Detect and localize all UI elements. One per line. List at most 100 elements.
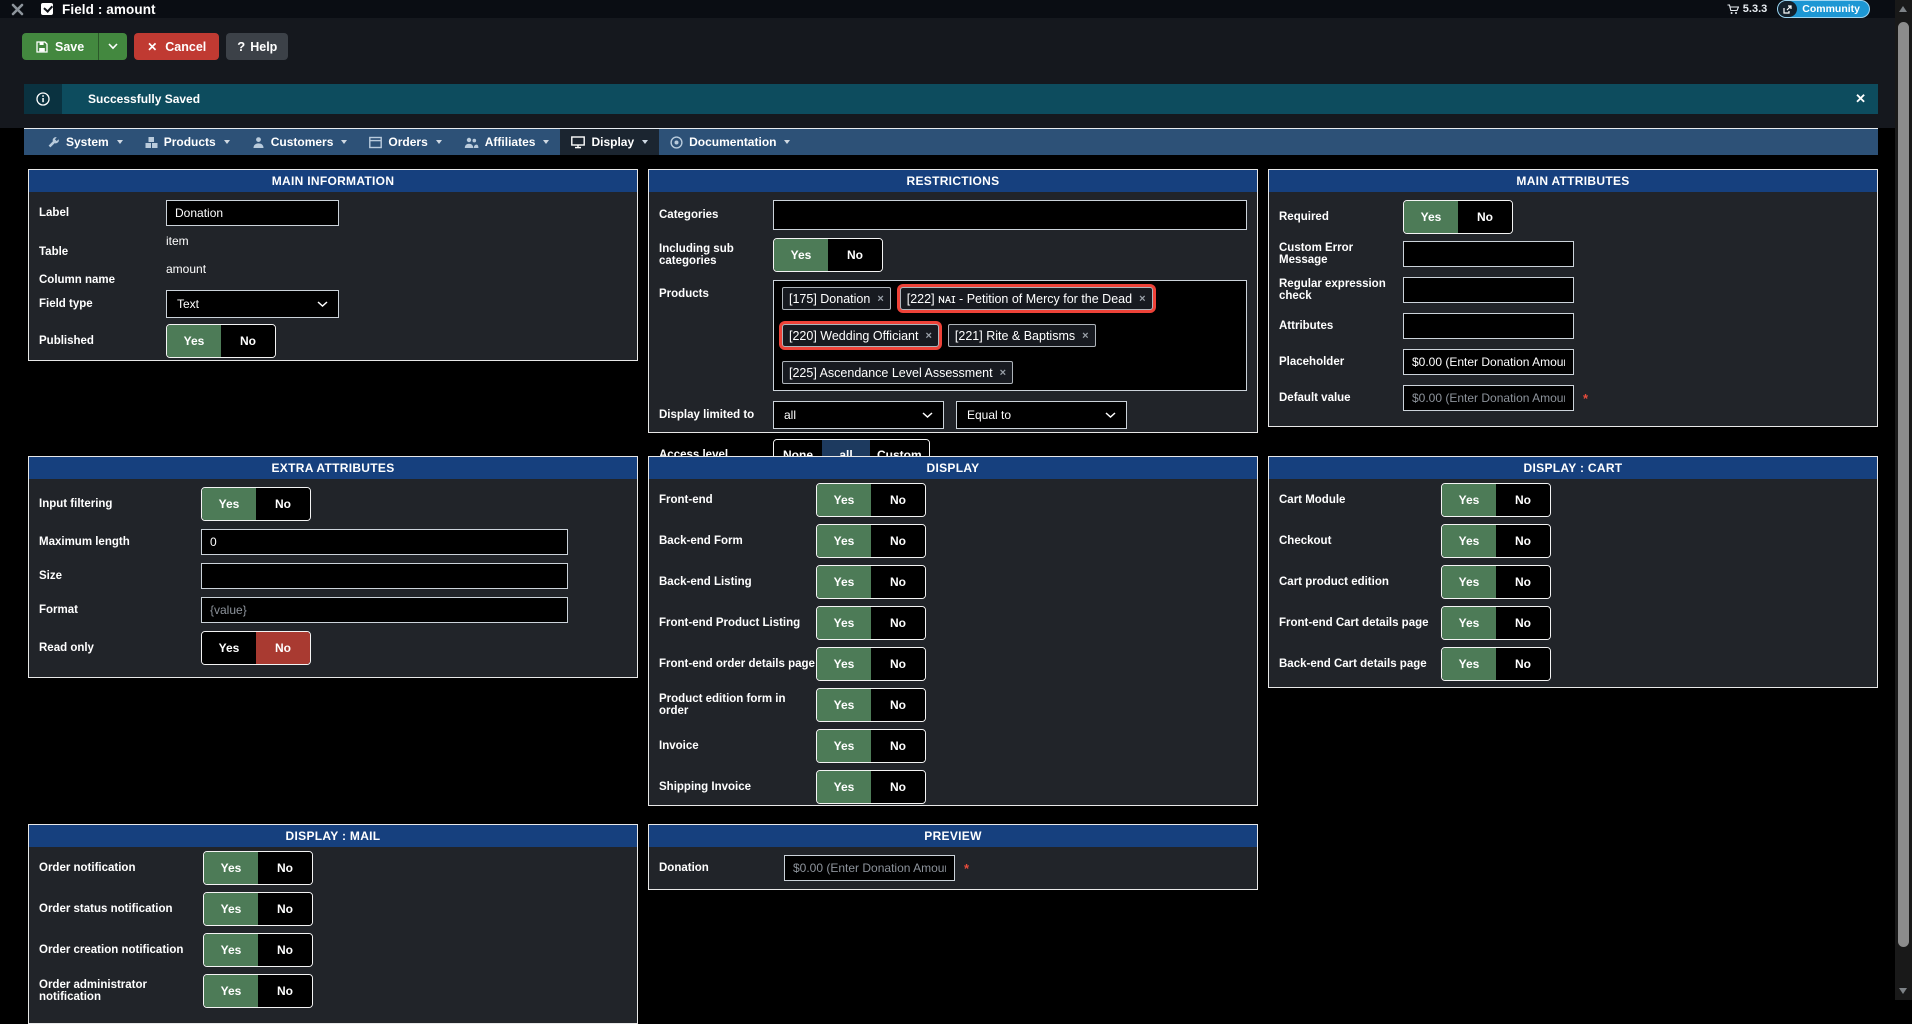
remove-tag-icon[interactable]: × (877, 293, 883, 305)
front-end-product-listing-toggle[interactable]: YesNo (816, 606, 926, 640)
label-input[interactable] (166, 200, 339, 226)
placeholder-input[interactable] (1403, 349, 1574, 375)
display-limited-to-select[interactable]: all (773, 401, 944, 429)
input-filtering-toggle[interactable]: Yes No (201, 487, 311, 521)
order-administrator-notification-toggle[interactable]: YesNo (203, 974, 313, 1008)
product-tag-highlighted[interactable]: [222] ɴᴀɪ - Petition of Mercy for the De… (900, 287, 1153, 310)
product-tag[interactable]: [225] Ascendance Level Assessment× (782, 361, 1013, 384)
no-option[interactable]: No (871, 771, 925, 803)
yes-option[interactable]: Yes (1442, 566, 1496, 598)
menu-item-customers[interactable]: Customers (241, 129, 359, 155)
field-type-select[interactable]: Text (166, 290, 339, 318)
preview-donation-input[interactable] (784, 855, 955, 881)
yes-option[interactable]: Yes (204, 934, 258, 966)
yes-option[interactable]: Yes (817, 484, 871, 516)
product-edition-form-toggle[interactable]: YesNo (816, 688, 926, 722)
no-option[interactable]: No (221, 325, 275, 357)
save-button[interactable]: Save (22, 33, 127, 60)
order-creation-notification-toggle[interactable]: YesNo (203, 933, 313, 967)
menu-item-display[interactable]: Display (560, 129, 659, 155)
no-option[interactable]: No (828, 239, 882, 271)
cart-module-toggle[interactable]: YesNo (1441, 483, 1551, 517)
no-option[interactable]: No (871, 566, 925, 598)
yes-option[interactable]: Yes (1442, 648, 1496, 680)
no-option[interactable]: No (1496, 648, 1550, 680)
yes-option[interactable]: Yes (204, 975, 258, 1007)
yes-option[interactable]: Yes (774, 239, 828, 271)
no-option[interactable]: No (258, 975, 312, 1007)
cart-product-edition-toggle[interactable]: YesNo (1441, 565, 1551, 599)
checkout-toggle[interactable]: YesNo (1441, 524, 1551, 558)
yes-option[interactable]: Yes (202, 632, 256, 664)
no-option[interactable]: No (1496, 484, 1550, 516)
no-option[interactable]: No (871, 730, 925, 762)
no-option[interactable]: No (1458, 201, 1512, 233)
product-tag[interactable]: [221] Rite & Baptisms× (948, 324, 1096, 347)
product-tag[interactable]: [175] Donation× (782, 287, 891, 310)
yes-option[interactable]: Yes (817, 648, 871, 680)
yes-option[interactable]: Yes (204, 893, 258, 925)
products-tag-input[interactable]: [175] Donation× [222] ɴᴀɪ - Petition of … (773, 280, 1247, 391)
front-end-cart-details-toggle[interactable]: YesNo (1441, 606, 1551, 640)
shipping-invoice-toggle[interactable]: YesNo (816, 770, 926, 804)
help-button[interactable]: ? Help (226, 33, 288, 60)
size-input[interactable] (201, 563, 568, 589)
default-value-input[interactable] (1403, 385, 1574, 411)
yes-option[interactable]: Yes (1404, 201, 1458, 233)
no-option[interactable]: No (871, 689, 925, 721)
order-status-notification-toggle[interactable]: YesNo (203, 892, 313, 926)
custom-error-message-input[interactable] (1403, 241, 1574, 267)
yes-option[interactable]: Yes (1442, 525, 1496, 557)
no-option[interactable]: No (871, 484, 925, 516)
menu-item-orders[interactable]: Orders (358, 129, 452, 155)
published-toggle[interactable]: Yes No (166, 324, 276, 358)
product-tag-highlighted[interactable]: [220] Wedding Officiant× (782, 324, 939, 347)
yes-option[interactable]: Yes (817, 730, 871, 762)
menu-item-products[interactable]: Products (134, 129, 241, 155)
no-option[interactable]: No (1496, 525, 1550, 557)
menu-item-system[interactable]: System (36, 129, 134, 155)
back-end-listing-toggle[interactable]: YesNo (816, 565, 926, 599)
yes-option[interactable]: Yes (202, 488, 256, 520)
scrollbar-thumb[interactable] (1898, 22, 1909, 947)
remove-tag-icon[interactable]: × (1000, 367, 1006, 379)
order-notification-toggle[interactable]: YesNo (203, 851, 313, 885)
yes-option[interactable]: Yes (1442, 484, 1496, 516)
alert-close-icon[interactable]: ✕ (1855, 91, 1866, 107)
including-sub-categories-toggle[interactable]: Yes No (773, 238, 883, 272)
no-option[interactable]: No (258, 934, 312, 966)
yes-option[interactable]: Yes (817, 689, 871, 721)
remove-tag-icon[interactable]: × (1082, 330, 1088, 342)
no-option[interactable]: No (256, 632, 310, 664)
no-option[interactable]: No (871, 648, 925, 680)
scroll-down-arrow-icon[interactable] (1899, 988, 1907, 994)
invoice-toggle[interactable]: YesNo (816, 729, 926, 763)
community-button[interactable]: Community (1777, 0, 1870, 18)
no-option[interactable]: No (256, 488, 310, 520)
yes-option[interactable]: Yes (1442, 607, 1496, 639)
menu-item-affiliates[interactable]: Affiliates (453, 129, 561, 155)
yes-option[interactable]: Yes (817, 771, 871, 803)
regular-expression-check-input[interactable] (1403, 277, 1574, 303)
no-option[interactable]: No (871, 607, 925, 639)
attributes-input[interactable] (1403, 313, 1574, 339)
remove-tag-icon[interactable]: × (1139, 293, 1145, 305)
yes-option[interactable]: Yes (817, 525, 871, 557)
no-option[interactable]: No (871, 525, 925, 557)
remove-tag-icon[interactable]: × (925, 330, 931, 342)
front-end-toggle[interactable]: YesNo (816, 483, 926, 517)
categories-input[interactable] (773, 200, 1247, 230)
back-end-form-toggle[interactable]: YesNo (816, 524, 926, 558)
no-option[interactable]: No (1496, 566, 1550, 598)
yes-option[interactable]: Yes (817, 607, 871, 639)
vertical-scrollbar[interactable] (1895, 0, 1912, 1000)
format-input[interactable] (201, 597, 568, 623)
back-end-cart-details-toggle[interactable]: YesNo (1441, 647, 1551, 681)
no-option[interactable]: No (258, 893, 312, 925)
save-dropdown-button[interactable] (99, 43, 127, 50)
no-option[interactable]: No (1496, 607, 1550, 639)
scroll-up-arrow-icon[interactable] (1899, 6, 1907, 12)
menu-item-documentation[interactable]: Documentation (659, 129, 801, 155)
read-only-toggle[interactable]: Yes No (201, 631, 311, 665)
cancel-button[interactable]: ✕ Cancel (134, 33, 219, 60)
